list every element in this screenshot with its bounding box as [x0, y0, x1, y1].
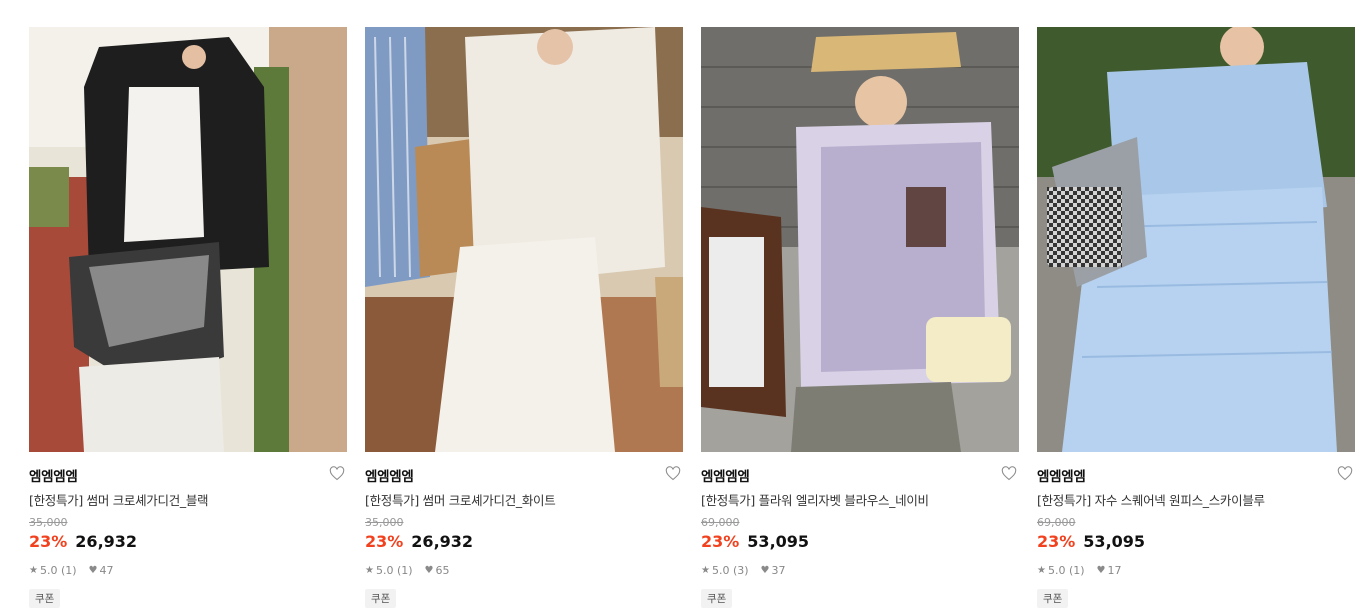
brand-name[interactable]: 엠엠엠엠	[29, 465, 78, 485]
coupon-badge[interactable]: 쿠폰	[701, 589, 733, 608]
price-row: 23% 53,095	[701, 532, 809, 551]
sale-price: 26,932	[75, 532, 138, 551]
original-price: 69,000	[1037, 516, 1076, 529]
product-stats: ★ 5.0 (1) ♥ 47	[29, 564, 114, 577]
star-icon: ★	[29, 565, 38, 576]
product-title[interactable]: [한정특가] 자수 스퀘어넥 원피스_스카이블루	[1037, 490, 1265, 509]
product-image[interactable]	[1037, 27, 1355, 452]
likes-count: 47	[99, 564, 114, 577]
brand-row: 엠엠엠엠	[29, 465, 347, 485]
product-card[interactable]: 엠엠엠엠 [한정특가] 자수 스퀘어넥 원피스_스카이블루 69,000 23%…	[1037, 27, 1355, 608]
star-icon: ★	[701, 565, 710, 576]
likes-count: 37	[771, 564, 786, 577]
coupon-badge[interactable]: 쿠폰	[29, 589, 61, 608]
heart-outline-icon[interactable]	[665, 466, 681, 481]
star-icon: ★	[1037, 565, 1046, 576]
brand-name[interactable]: 엠엠엠엠	[365, 465, 414, 485]
coupon-badge[interactable]: 쿠폰	[365, 589, 397, 608]
rating-text: 5.0 (1)	[375, 564, 413, 577]
product-title[interactable]: [한정특가] 썸머 크로셰가디건_화이트	[365, 490, 556, 509]
product-image[interactable]	[365, 27, 683, 452]
sale-price: 53,095	[747, 532, 810, 551]
heart-filled-icon: ♥	[88, 565, 98, 576]
original-price: 35,000	[29, 516, 68, 529]
product-image[interactable]	[29, 27, 347, 452]
original-price: 69,000	[701, 516, 740, 529]
discount-rate: 23%	[365, 532, 404, 551]
price-row: 23% 26,932	[365, 532, 473, 551]
likes-count: 17	[1107, 564, 1122, 577]
product-grid: 엠엠엠엠 [한정특가] 썸머 크로셰가디건_블랙 35,000 23% 26,93…	[0, 0, 1371, 615]
heart-outline-icon[interactable]	[329, 466, 345, 481]
product-stats: ★ 5.0 (3) ♥ 37	[701, 564, 786, 577]
product-card[interactable]: 엠엠엠엠 [한정특가] 썸머 크로셰가디건_화이트 35,000 23% 26,9…	[365, 27, 683, 608]
sale-price: 26,932	[411, 532, 474, 551]
price-row: 23% 53,095	[1037, 532, 1145, 551]
heart-filled-icon: ♥	[1096, 565, 1106, 576]
brand-row: 엠엠엠엠	[701, 465, 1019, 485]
product-title[interactable]: [한정특가] 플라워 엘리자벳 블라우스_네이비	[701, 490, 929, 509]
heart-filled-icon: ♥	[424, 565, 434, 576]
brand-row: 엠엠엠엠	[365, 465, 683, 485]
heart-outline-icon[interactable]	[1001, 466, 1017, 481]
discount-rate: 23%	[701, 532, 740, 551]
product-stats: ★ 5.0 (1) ♥ 17	[1037, 564, 1122, 577]
product-image[interactable]	[701, 27, 1019, 452]
product-title[interactable]: [한정특가] 썸머 크로셰가디건_블랙	[29, 490, 209, 509]
rating-text: 5.0 (1)	[39, 564, 77, 577]
original-price: 35,000	[365, 516, 404, 529]
product-card[interactable]: 엠엠엠엠 [한정특가] 플라워 엘리자벳 블라우스_네이비 69,000 23%…	[701, 27, 1019, 608]
product-stats: ★ 5.0 (1) ♥ 65	[365, 564, 450, 577]
discount-rate: 23%	[29, 532, 68, 551]
coupon-badge[interactable]: 쿠폰	[1037, 589, 1069, 608]
product-card[interactable]: 엠엠엠엠 [한정특가] 썸머 크로셰가디건_블랙 35,000 23% 26,93…	[29, 27, 347, 608]
brand-name[interactable]: 엠엠엠엠	[1037, 465, 1086, 485]
sale-price: 53,095	[1083, 532, 1146, 551]
heart-filled-icon: ♥	[760, 565, 770, 576]
rating-text: 5.0 (1)	[1047, 564, 1085, 577]
rating-text: 5.0 (3)	[711, 564, 749, 577]
brand-row: 엠엠엠엠	[1037, 465, 1355, 485]
discount-rate: 23%	[1037, 532, 1076, 551]
price-row: 23% 26,932	[29, 532, 137, 551]
star-icon: ★	[365, 565, 374, 576]
likes-count: 65	[435, 564, 450, 577]
heart-outline-icon[interactable]	[1337, 466, 1353, 481]
brand-name[interactable]: 엠엠엠엠	[701, 465, 750, 485]
